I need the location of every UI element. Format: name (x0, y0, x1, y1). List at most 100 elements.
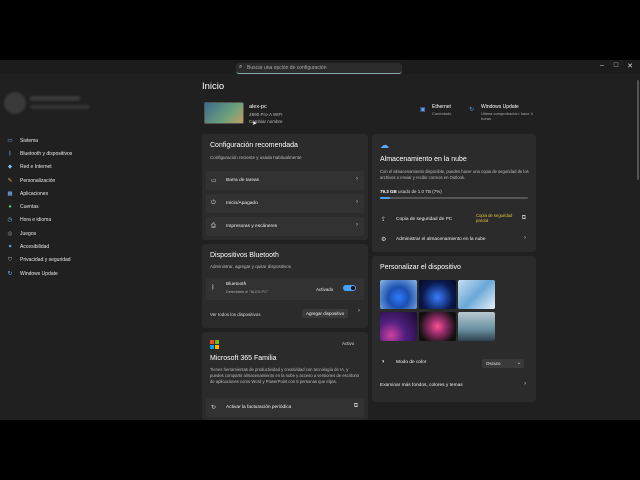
chevron-right-icon: › (356, 176, 358, 182)
microsoft-logo-icon (210, 340, 220, 350)
bluetooth-subtitle: Administrar, agregar y quitar dispositiv… (210, 264, 292, 269)
sidebar-item-bluetooth[interactable]: ᛒ Bluetooth y dispositivos (6, 147, 192, 160)
cloud-description: Con el almacenamiento disponible, puedes… (380, 169, 529, 180)
device-name: alex-pc (249, 104, 267, 110)
accessibility-icon: ✦ (7, 244, 13, 251)
m365-title: Microsoft 365 Familia (210, 355, 277, 362)
palette-icon: ◑ (381, 359, 385, 365)
bluetooth-row: ᛒ Bluetooth Detectable el "ALEX-PC" Acti… (206, 278, 364, 300)
search-input[interactable]: Buscar una opción de configuración (247, 65, 327, 71)
backup-row[interactable]: ⇪ Copia de seguridad de PC Copia de segu… (376, 210, 532, 229)
monitor-icon: ▭ (7, 137, 13, 144)
ethernet-icon: ▣ (420, 107, 426, 113)
close-button[interactable]: ✕ (623, 62, 637, 70)
brush-icon: ✎ (7, 177, 13, 184)
sidebar-item-privacidad[interactable]: ⛉ Privacidad y seguridad (6, 254, 192, 267)
device-model: Z890 Pro-A WIFI (249, 112, 283, 117)
clock-icon: ◷ (7, 217, 13, 224)
manage-storage-row[interactable]: ⚙ Administrar el almacenamiento en la nu… (376, 230, 532, 249)
minimize-button[interactable]: – (595, 62, 609, 69)
external-link-icon: ⧉ (521, 215, 526, 221)
person-icon: ● (8, 204, 12, 211)
device-thumbnail (204, 102, 244, 124)
user-name-blurred (30, 96, 80, 101)
theme-thumbnail-1[interactable] (380, 280, 417, 309)
gear-icon: ⚙ (381, 237, 387, 243)
theme-thumbnail-4[interactable] (380, 312, 417, 341)
avatar[interactable] (4, 92, 26, 114)
chevron-right-icon: › (358, 308, 360, 314)
m365-card: Activo Microsoft 365 Familia Tienes herr… (202, 332, 368, 420)
scrollbar[interactable] (637, 80, 639, 180)
chevron-down-icon: ⌄ (516, 360, 521, 366)
sidebar-item-personalizacion[interactable]: ✎ Personalización (6, 174, 192, 187)
sidebar: ▭ Sistema ᛒ Bluetooth y dispositivos ◆ Red … (0, 74, 196, 420)
add-device-button[interactable]: Agregar dispositivo (302, 309, 349, 318)
update-icon: ↻ (7, 270, 13, 277)
bluetooth-icon: ᛒ (8, 150, 12, 157)
sidebar-item-accesibilidad[interactable]: ✦ Accesibilidad (6, 240, 192, 253)
backup-icon: ⇪ (381, 217, 387, 223)
sidebar-item-windows-update[interactable]: ↻ Windows Update (6, 267, 192, 280)
color-mode-row: ◑ Modo de color Oscuro ⌄ (376, 353, 532, 372)
backup-status: Copia de seguridad parcial (476, 213, 513, 223)
maximize-button[interactable]: □ (609, 62, 623, 69)
refresh-icon: ↻ (211, 405, 217, 411)
theme-thumbnail-3[interactable] (458, 280, 495, 309)
bluetooth-icon: ᛒ (211, 285, 215, 291)
printer-icon: ⎙ (211, 223, 216, 229)
power-icon: ⏻ (211, 200, 216, 206)
more-themes-row[interactable]: Examinar más fondos, colores y temas › (376, 376, 532, 395)
bluetooth-toggle[interactable] (343, 285, 356, 291)
view-all-devices-link[interactable]: Ver todos los dispositivos (210, 312, 261, 317)
cloud-icon: ☁ (380, 140, 389, 150)
cloud-usage: 79.3 GB usado de 1.0 TB (7%) (380, 189, 442, 194)
cloud-usage-bar (380, 197, 528, 199)
recommended-item-power[interactable]: ⏻ Inicio/Apagado › (206, 194, 364, 213)
gamepad-icon: ◎ (7, 230, 13, 237)
sidebar-item-juegos[interactable]: ◎ Juegos (6, 227, 192, 240)
theme-thumbnail-2[interactable] (419, 280, 456, 309)
recommended-item-taskbar[interactable]: ▭ Barra de tareas › (206, 171, 364, 190)
color-mode-select[interactable]: Oscuro ⌄ (482, 359, 524, 368)
mouse-cursor-icon: ➤ (252, 121, 258, 127)
taskbar-icon: ▭ (211, 178, 217, 184)
recommended-title: Configuración recomendada (210, 142, 298, 149)
sidebar-item-sistema[interactable]: ▭ Sistema (6, 134, 192, 147)
recommended-subtitle: Configuración reciente y usada habitualm… (210, 155, 302, 160)
chevron-right-icon: › (356, 222, 358, 228)
sidebar-item-hora[interactable]: ◷ Hora e idioma (6, 214, 192, 227)
title-bar: ⌕ Buscar una opción de configuración – □… (0, 60, 640, 74)
m365-description: Tienes herramientas de productividad y c… (210, 367, 360, 384)
search-box[interactable]: ⌕ Buscar una opción de configuración (236, 63, 402, 74)
cloud-usage-fill (380, 197, 391, 199)
recommended-item-printers[interactable]: ⎙ Impresoras y escáneres › (206, 217, 364, 236)
search-icon: ⌕ (239, 64, 243, 70)
chevron-right-icon: › (524, 235, 526, 241)
theme-thumbnail-5[interactable] (419, 312, 456, 341)
user-email-blurred (30, 105, 90, 109)
update-icon: ↻ (469, 107, 475, 113)
page-title: Inicio (202, 81, 225, 92)
bluetooth-card: Dispositivos Bluetooth Administrar, agre… (202, 244, 368, 328)
personalize-card: Personalizar el dispositivo ◑ Modo de co… (372, 256, 536, 402)
toggle-label: Activado (316, 287, 334, 292)
apps-icon: ▦ (7, 190, 13, 197)
settings-window: ⌕ Buscar una opción de configuración – □… (0, 60, 640, 420)
external-link-icon: ⧉ (353, 403, 358, 409)
m365-status-badge: Activo (342, 341, 355, 346)
sidebar-item-aplicaciones[interactable]: ▦ Aplicaciones (6, 187, 192, 200)
m365-billing-row[interactable]: ↻ Activar la facturación periódica ⧉ (206, 398, 364, 417)
shield-icon: ⛉ (7, 256, 13, 263)
nav-list: ▭ Sistema ᛒ Bluetooth y dispositivos ◆ Red … (6, 134, 192, 280)
sidebar-item-cuentas[interactable]: ● Cuentas (6, 200, 192, 213)
wifi-icon: ◆ (7, 164, 13, 171)
chevron-right-icon: › (524, 381, 526, 387)
sidebar-item-red[interactable]: ◆ Red e Internet (6, 161, 192, 174)
recommended-card: Configuración recomendada Configuración … (202, 134, 368, 240)
personalize-title: Personalizar el dispositivo (380, 264, 461, 271)
cloud-title: Almacenamiento en la nube (380, 156, 467, 163)
cloud-storage-card: ☁ Almacenamiento en la nube Con el almac… (372, 134, 536, 252)
theme-thumbnail-6[interactable] (458, 312, 495, 341)
bluetooth-title: Dispositivos Bluetooth (210, 252, 279, 259)
